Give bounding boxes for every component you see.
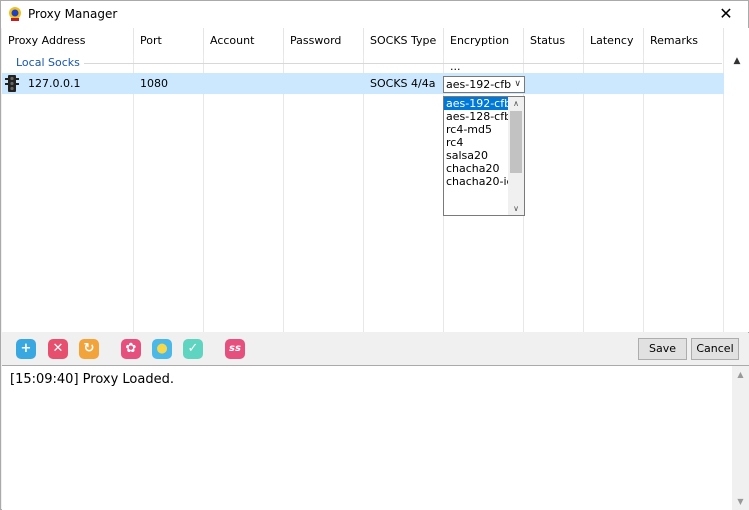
col-divider bbox=[643, 54, 644, 332]
encryption-select-value: aes-192-cfb bbox=[446, 78, 512, 91]
encryption-dropdown-list: aes-192-cfb aes-128-cfb rc4-md5 rc4 sals… bbox=[443, 96, 525, 216]
proxy-grid: Proxy Address Port Account Password SOCK… bbox=[2, 28, 749, 332]
group-divider bbox=[84, 63, 722, 64]
app-logo-icon bbox=[9, 7, 21, 21]
col-status[interactable]: Status bbox=[524, 28, 584, 54]
title-bar: Proxy Manager ✕ bbox=[1, 1, 748, 28]
col-divider bbox=[363, 54, 364, 332]
cancel-button[interactable]: Cancel bbox=[691, 338, 739, 360]
col-latency[interactable]: Latency bbox=[584, 28, 644, 54]
window-title: Proxy Manager bbox=[28, 7, 118, 21]
log-panel[interactable]: [15:09:40] Proxy Loaded. ▲ ▼ bbox=[2, 365, 749, 510]
settings-button[interactable]: ✿ bbox=[121, 339, 141, 359]
check-button[interactable]: ✓ bbox=[183, 339, 203, 359]
toolbar: + ✕ ↻ ✿ ● ✓ ss Save Cancel bbox=[2, 333, 749, 365]
close-button[interactable]: ✕ bbox=[704, 1, 748, 28]
scroll-up-icon[interactable]: ▲ bbox=[732, 366, 749, 383]
refresh-button[interactable]: ↻ bbox=[79, 339, 99, 359]
cell-socks-type: SOCKS 4/4a bbox=[370, 77, 436, 90]
add-button[interactable]: + bbox=[16, 339, 36, 359]
table-row[interactable]: 127.0.0.1 1080 SOCKS 4/4a aes-192-cfb ∨ bbox=[2, 73, 724, 94]
log-scrollbar[interactable]: ▲ ▼ bbox=[732, 366, 749, 510]
col-port[interactable]: Port bbox=[134, 28, 204, 54]
cell-remarks bbox=[644, 73, 724, 94]
col-socks-type[interactable]: SOCKS Type bbox=[364, 28, 444, 54]
col-proxy-address[interactable]: Proxy Address bbox=[2, 28, 134, 54]
proxy-manager-window: Proxy Manager ✕ Proxy Address Port Accou… bbox=[0, 0, 749, 510]
col-divider bbox=[133, 54, 134, 332]
scroll-up-icon[interactable]: ∧ bbox=[508, 97, 524, 110]
cell-password bbox=[284, 73, 364, 94]
shadowsocks-button[interactable]: ss bbox=[225, 339, 245, 359]
dropdown-option[interactable]: chacha20 bbox=[444, 162, 508, 175]
col-password[interactable]: Password bbox=[284, 28, 364, 54]
grid-header: Proxy Address Port Account Password SOCK… bbox=[2, 28, 749, 73]
scroll-down-icon[interactable]: ▼ bbox=[732, 493, 749, 510]
tip-button[interactable]: ● bbox=[152, 339, 172, 359]
col-encryption[interactable]: Encryption ... bbox=[444, 28, 524, 73]
scroll-down-icon[interactable]: ∨ bbox=[508, 202, 524, 215]
dropdown-option[interactable]: chacha20-ietf bbox=[444, 175, 508, 188]
cell-port: 1080 bbox=[140, 77, 168, 90]
col-divider bbox=[583, 54, 584, 332]
dropdown-scrollbar[interactable]: ∧ ∨ bbox=[508, 97, 524, 215]
cell-proxy-address: 127.0.0.1 bbox=[28, 77, 81, 90]
cell-status bbox=[524, 73, 584, 94]
col-account[interactable]: Account bbox=[204, 28, 284, 54]
col-remarks[interactable]: Remarks bbox=[644, 28, 724, 54]
encryption-select[interactable]: aes-192-cfb ∨ bbox=[443, 76, 525, 93]
dropdown-option[interactable]: aes-192-cfb bbox=[444, 97, 508, 110]
dropdown-option[interactable]: rc4 bbox=[444, 136, 508, 149]
cell-latency bbox=[584, 73, 644, 94]
grid-scroll-up-icon[interactable]: ▲ bbox=[726, 54, 748, 68]
col-divider bbox=[203, 54, 204, 332]
dropdown-option[interactable]: aes-128-cfb bbox=[444, 110, 508, 123]
save-button[interactable]: Save bbox=[638, 338, 687, 360]
group-header-local-socks[interactable]: Local Socks bbox=[16, 56, 80, 69]
col-divider bbox=[723, 54, 724, 332]
dropdown-option[interactable]: salsa20 bbox=[444, 149, 508, 162]
cell-account bbox=[204, 73, 284, 94]
dropdown-option[interactable]: rc4-md5 bbox=[444, 123, 508, 136]
col-divider bbox=[283, 54, 284, 332]
scroll-thumb[interactable] bbox=[510, 111, 522, 173]
traffic-light-icon bbox=[5, 75, 19, 92]
log-line: [15:09:40] Proxy Loaded. bbox=[10, 372, 174, 387]
delete-button[interactable]: ✕ bbox=[48, 339, 68, 359]
chevron-down-icon: ∨ bbox=[514, 79, 521, 89]
